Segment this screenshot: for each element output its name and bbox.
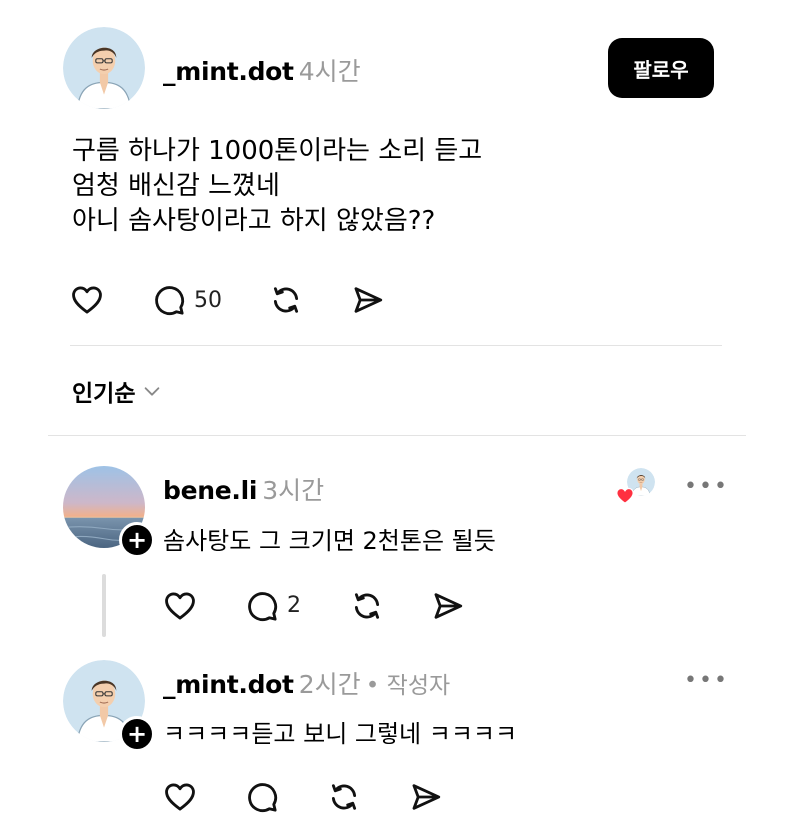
thread-line — [102, 574, 106, 637]
author-tag: • 작성자 — [365, 673, 451, 699]
comment-time: 3시간 — [262, 476, 325, 505]
more-icon[interactable]: ••• — [684, 668, 729, 693]
post-author-avatar[interactable] — [63, 27, 145, 109]
sort-label: 인기순 — [72, 381, 136, 407]
follow-plus-icon[interactable]: + — [119, 716, 155, 752]
sort-dropdown[interactable]: 인기순 — [72, 374, 163, 408]
share-icon[interactable] — [351, 283, 385, 317]
comment-header: _mint.dot 2시간 • 작성자 — [163, 665, 450, 701]
comment-time: 2시간 — [298, 670, 361, 699]
follow-button[interactable]: 팔로우 — [608, 38, 714, 98]
divider — [70, 345, 722, 346]
follow-plus-icon[interactable]: + — [119, 522, 155, 558]
comment-username[interactable]: bene.li — [163, 476, 257, 505]
repost-icon[interactable] — [269, 283, 303, 317]
heart-icon[interactable] — [163, 589, 197, 623]
share-icon[interactable] — [431, 589, 465, 623]
post-header: _mint.dot 4시간 — [163, 52, 361, 88]
heart-icon[interactable] — [70, 283, 104, 317]
comment-icon[interactable] — [245, 589, 279, 623]
reply-count: 50 — [194, 288, 222, 313]
share-icon[interactable] — [409, 780, 443, 814]
heart-icon[interactable] — [163, 780, 197, 814]
divider — [48, 435, 746, 436]
more-icon[interactable]: ••• — [684, 474, 729, 499]
comment-body: ㅋㅋㅋㅋ듣고 보니 그렇네 ㅋㅋㅋㅋ — [163, 720, 518, 748]
comment-username[interactable]: _mint.dot — [163, 670, 294, 699]
comment-header: bene.li 3시간 — [163, 471, 324, 507]
post-username[interactable]: _mint.dot — [163, 57, 294, 86]
post-line: 엄청 배신감 느꼈네 — [72, 171, 280, 201]
liked-heart-icon — [615, 486, 635, 504]
comment-body: 솜사탕도 그 크기면 2천톤은 될듯 — [163, 527, 496, 555]
chevron-down-icon — [141, 380, 163, 402]
comment-icon[interactable] — [152, 283, 186, 317]
reply-count: 2 — [287, 593, 301, 618]
repost-icon[interactable] — [327, 780, 361, 814]
post-time: 4시간 — [298, 57, 361, 86]
comment-icon[interactable] — [245, 780, 279, 814]
post-line: 아니 솜사탕이라고 하지 않았음?? — [72, 206, 436, 236]
post-line: 구름 하나가 1000톤이라는 소리 듣고 — [72, 136, 483, 166]
post-body: 구름 하나가 1000톤이라는 소리 듣고 엄청 배신감 느꼈네 아니 솜사탕이… — [72, 134, 482, 239]
repost-icon[interactable] — [350, 589, 384, 623]
